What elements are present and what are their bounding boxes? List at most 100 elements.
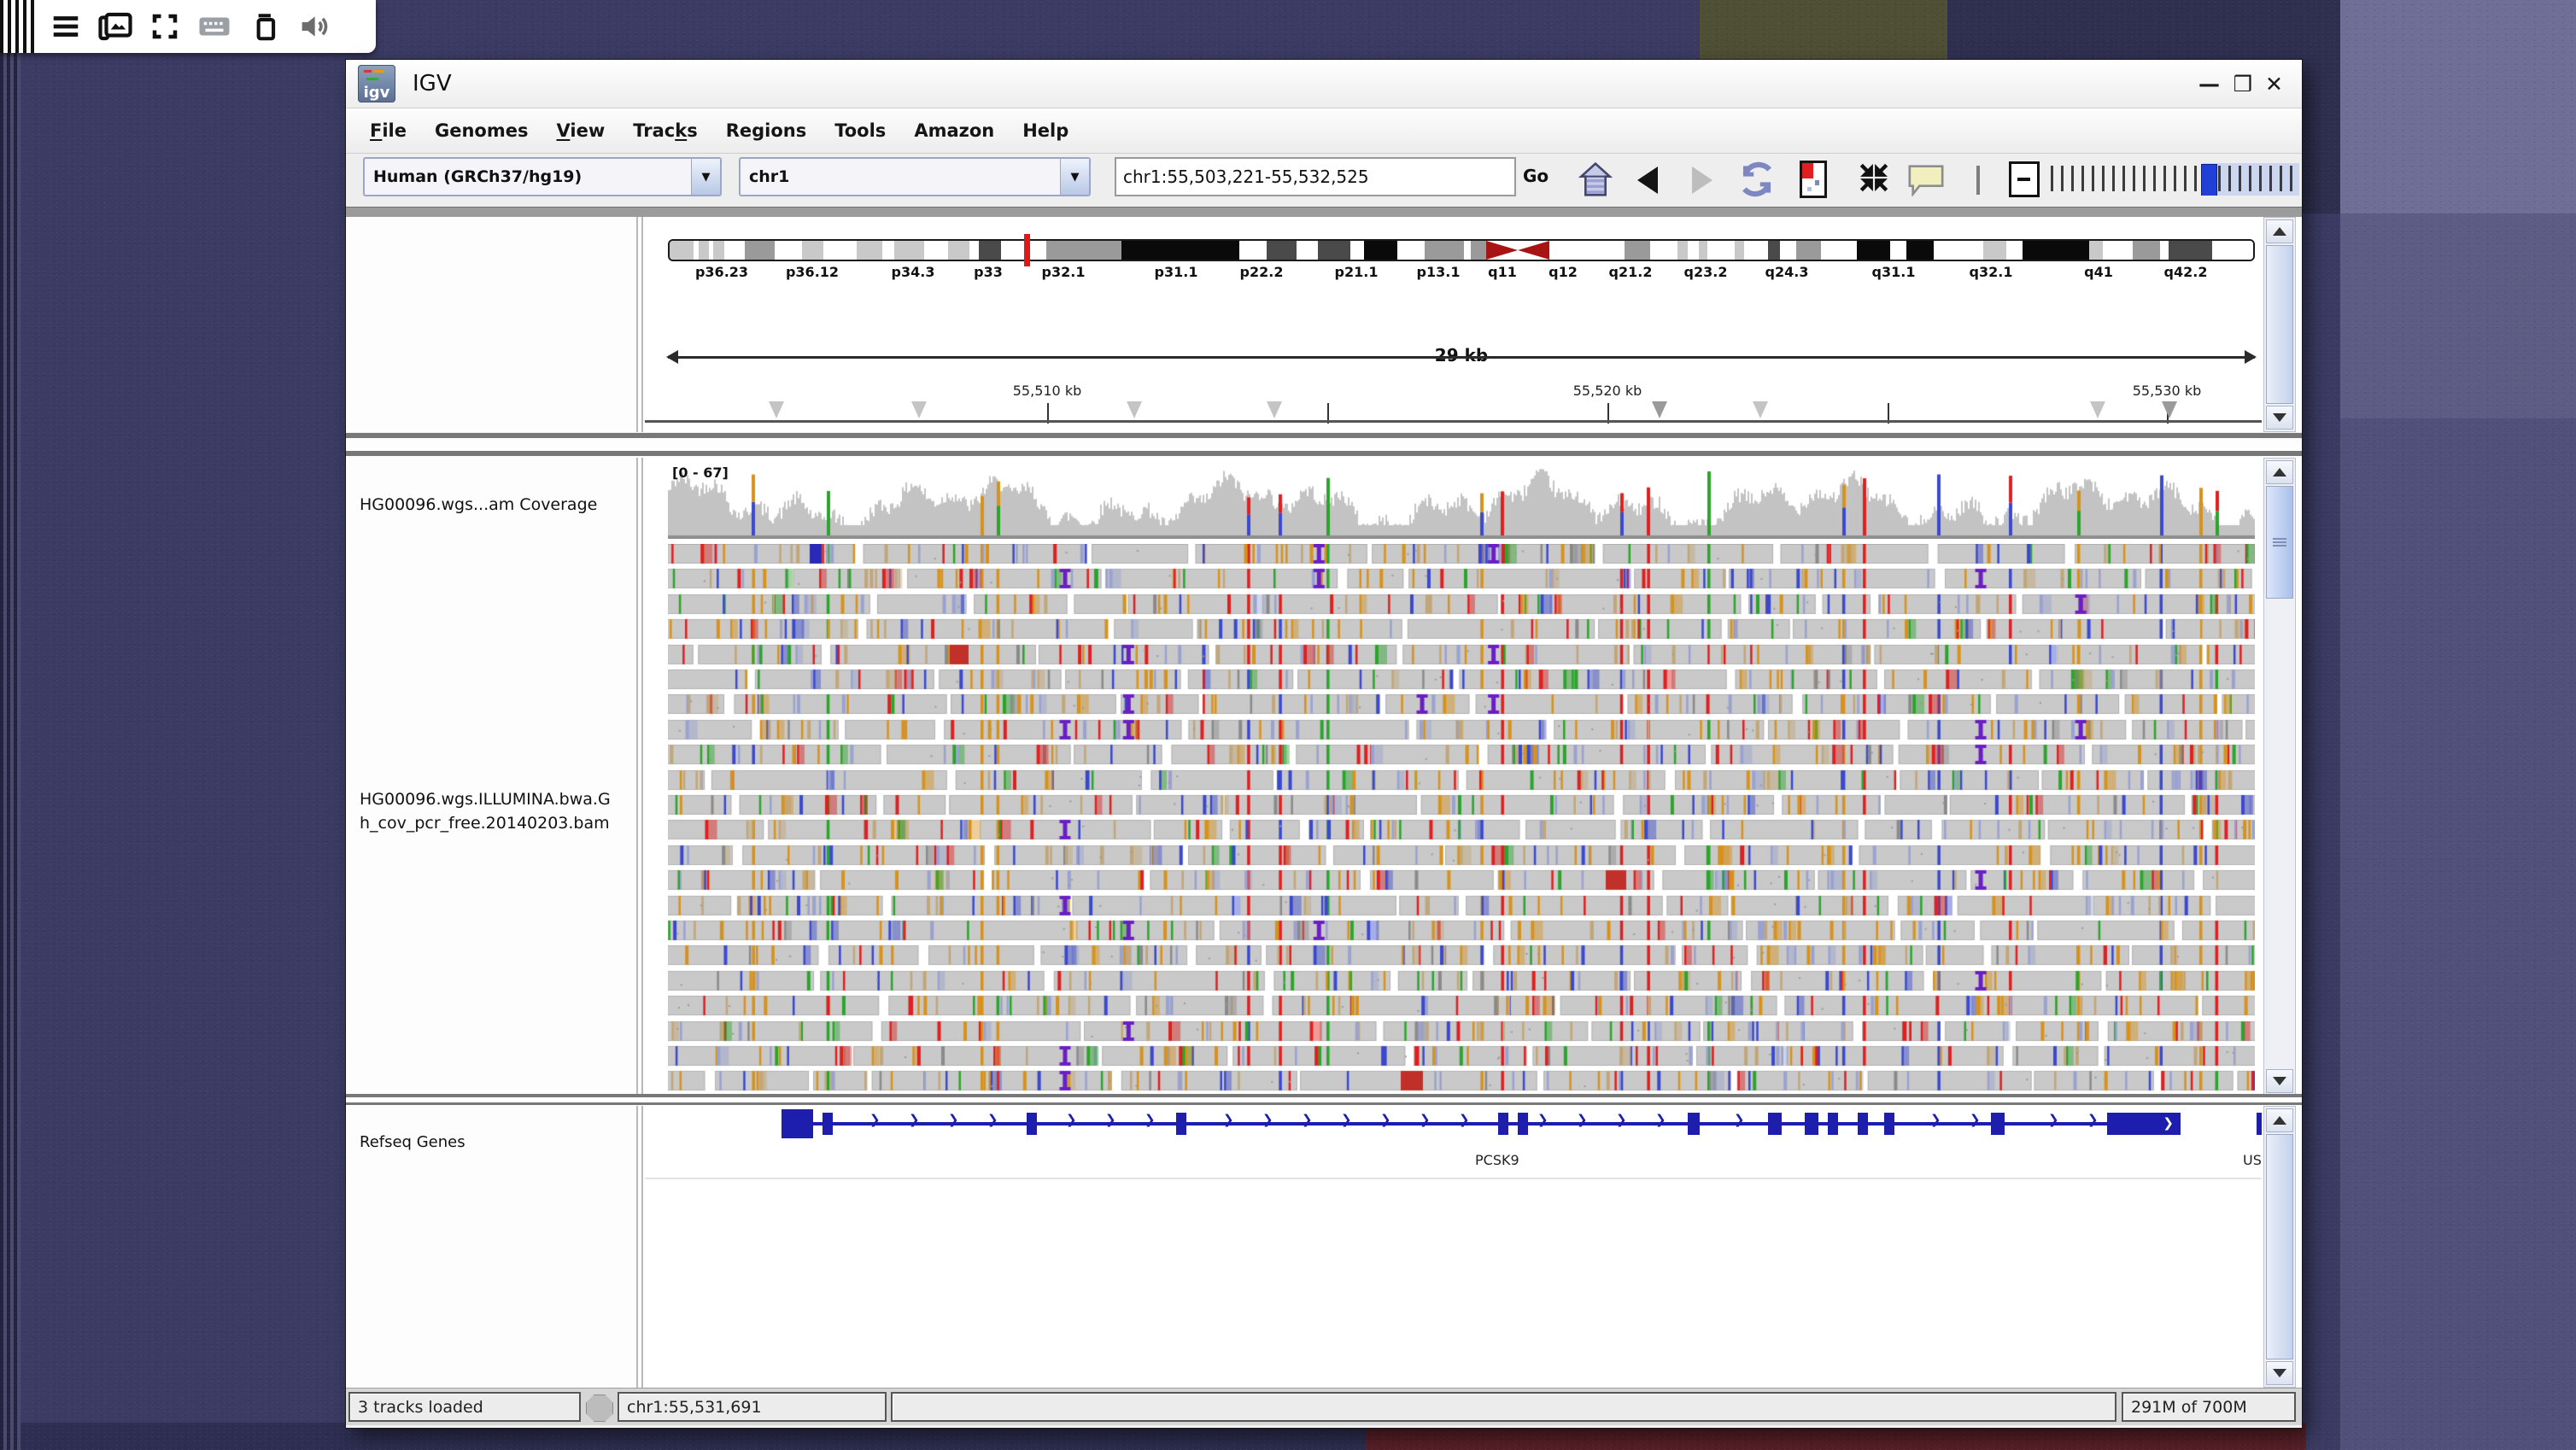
zoom-slider-ticks: [2051, 166, 2203, 191]
gene-utr-block[interactable]: ❯: [2107, 1113, 2181, 1135]
cytoband: [2089, 241, 2104, 260]
gene-exon[interactable]: [1176, 1113, 1186, 1135]
chevron-down-icon[interactable]: ▼: [1060, 159, 1089, 195]
menu-icon[interactable]: [48, 9, 84, 44]
ruler-marker-triangle-icon: [911, 401, 927, 418]
strand-arrow-icon: ❯: [869, 1112, 881, 1127]
fit-to-window-icon[interactable]: [1855, 159, 1893, 200]
zoom-out-button[interactable]: [2009, 161, 2040, 197]
gene-exon[interactable]: [1991, 1113, 2005, 1135]
centromere-left: [1486, 241, 1518, 260]
ruler-tick-label: 55,510 kb: [1013, 383, 1082, 399]
gene-exon[interactable]: [1828, 1113, 1838, 1135]
cytoband: [1744, 241, 1769, 260]
ruler-marker-triangle-icon: [769, 401, 784, 418]
speaker-icon[interactable]: [296, 9, 331, 44]
gene-exon[interactable]: [1518, 1113, 1528, 1135]
cytoband: [2023, 241, 2090, 260]
panel-splitter[interactable]: [346, 1094, 2302, 1106]
menu-item-amazon[interactable]: Amazon: [914, 120, 994, 141]
screens-icon[interactable]: [97, 9, 133, 44]
memory-status[interactable]: 291M of 700M: [2122, 1392, 2296, 1422]
scrollbar-thumb[interactable]: [2266, 486, 2293, 599]
ruler-tick-label: 55,530 kb: [2133, 383, 2202, 399]
alignment-data-area[interactable]: [0 - 67]: [645, 458, 2262, 1096]
gene-exon[interactable]: [1884, 1113, 1894, 1135]
menu-item-genomes[interactable]: Genomes: [435, 120, 528, 141]
close-button[interactable]: ✕: [2265, 73, 2283, 96]
chromosome-ideogram[interactable]: [668, 239, 2255, 261]
go-button[interactable]: Go: [1523, 166, 1549, 186]
gene-exon[interactable]: [1688, 1113, 1700, 1135]
alignment-track-label-line1[interactable]: HG00096.wgs.ILLUMINA.bwa.G: [360, 790, 611, 809]
gene-exon[interactable]: [1498, 1113, 1508, 1135]
locus-panel-scrollbar[interactable]: [2263, 217, 2296, 432]
cytoband-label: q41: [2084, 264, 2113, 280]
label-data-divider[interactable]: [636, 1106, 643, 1388]
coverage-track-label[interactable]: HG00096.wgs...am Coverage: [360, 495, 597, 514]
scroll-up-icon[interactable]: [2266, 1108, 2293, 1132]
scroll-up-icon[interactable]: [2266, 219, 2293, 243]
scroll-down-icon[interactable]: [2266, 1069, 2293, 1093]
back-arrow-icon[interactable]: [1637, 167, 1658, 194]
forward-arrow-icon[interactable]: [1692, 167, 1712, 194]
fullscreen-icon[interactable]: [147, 9, 183, 44]
scrollbar-thumb[interactable]: [2266, 1134, 2293, 1359]
refseq-gene-track[interactable]: ❯❯❯❯❯❯❯❯❯❯❯❯❯❯❯❯❯❯❯❯❯❯❯❯PCSK9USP24: [668, 1109, 2262, 1178]
cytoband: [1080, 241, 1122, 260]
menu-item-tracks[interactable]: Tracks: [633, 120, 697, 141]
alignment-track-label-line2[interactable]: h_cov_pcr_free.20140203.bam: [360, 814, 610, 833]
label-data-divider[interactable]: [636, 217, 643, 432]
window-titlebar[interactable]: igv IGV — ❒ ✕: [346, 60, 2302, 108]
refseq-track-label[interactable]: Refseq Genes: [360, 1133, 465, 1151]
copy-icon[interactable]: [246, 9, 282, 44]
feature-panel-scrollbar[interactable]: [2263, 1106, 2296, 1388]
gene-exon[interactable]: [823, 1113, 833, 1135]
cytoband: [1934, 241, 1984, 260]
scroll-down-icon[interactable]: [2266, 1361, 2293, 1385]
panel-splitter[interactable]: [346, 433, 2302, 458]
ideogram-ruler-area[interactable]: 29 kb 55,510 kb55,520 kb55,530 kb p36.23…: [645, 217, 2262, 432]
menu-item-tools[interactable]: Tools: [834, 120, 886, 141]
menu-item-regions[interactable]: Regions: [726, 120, 807, 141]
scroll-up-icon[interactable]: [2266, 460, 2293, 484]
zoom-level-slider[interactable]: [2051, 163, 2299, 196]
coverage-track-canvas[interactable]: [668, 465, 2255, 539]
gene-exon[interactable]: [1858, 1113, 1868, 1135]
gene-exon[interactable]: [782, 1109, 813, 1138]
cytoband-label: q24.3: [1765, 264, 1809, 280]
tooltip-bubble-icon[interactable]: [1906, 162, 1946, 200]
cytoband: [1425, 241, 1449, 260]
gene-exon[interactable]: [2257, 1113, 2262, 1135]
zoom-slider-thumb[interactable]: [2201, 164, 2217, 196]
keyboard-icon[interactable]: [196, 9, 232, 44]
chromosome-select[interactable]: chr1 ▼: [739, 157, 1091, 196]
toolbar-grip-handle[interactable]: [0, 0, 34, 53]
menu-item-view[interactable]: View: [556, 120, 605, 141]
alignments-canvas[interactable]: [668, 544, 2255, 1096]
maximize-button[interactable]: ❒: [2234, 73, 2252, 96]
menu-item-file[interactable]: File: [370, 120, 407, 141]
gene-exon[interactable]: [1805, 1113, 1818, 1135]
cytoband: [670, 241, 694, 260]
scroll-down-icon[interactable]: [2266, 406, 2293, 430]
gene-data-area[interactable]: ❯❯❯❯❯❯❯❯❯❯❯❯❯❯❯❯❯❯❯❯❯❯❯❯PCSK9USP24: [645, 1106, 2262, 1388]
minimize-button[interactable]: —: [2198, 73, 2220, 96]
define-region-icon[interactable]: [1800, 161, 1827, 198]
menu-item-help[interactable]: Help: [1022, 120, 1068, 141]
scrollbar-thumb[interactable]: [2266, 245, 2293, 404]
home-icon[interactable]: [1578, 161, 1613, 202]
genome-select[interactable]: Human (GRCh37/hg19) ▼: [363, 157, 722, 196]
refresh-icon[interactable]: [1736, 158, 1778, 204]
alignment-panel-scrollbar[interactable]: [2263, 458, 2296, 1096]
chevron-down-icon[interactable]: ▼: [691, 159, 720, 195]
cytoband: [802, 241, 824, 260]
cytoband: [1449, 241, 1465, 260]
locus-input[interactable]: [1115, 157, 1516, 196]
gene-exon[interactable]: [1768, 1113, 1782, 1135]
cytoband: [1549, 241, 1625, 260]
gene-exon[interactable]: [1027, 1113, 1037, 1135]
label-data-divider[interactable]: [636, 458, 643, 1096]
message-status: [891, 1392, 2116, 1422]
cytoband-label: p36.12: [786, 264, 839, 280]
